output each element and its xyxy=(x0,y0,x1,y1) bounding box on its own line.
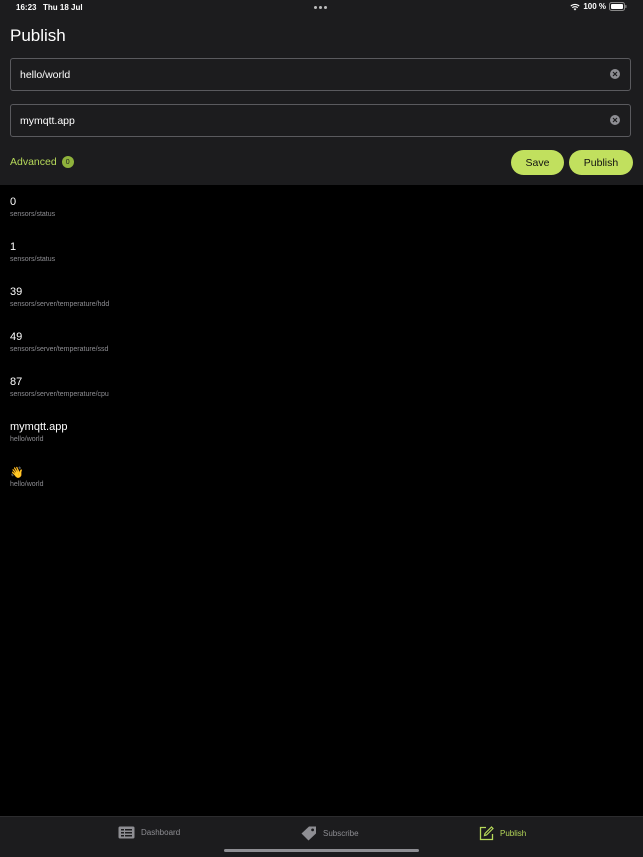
battery-percentage: 100 % xyxy=(583,2,606,11)
advanced-toggle[interactable]: Advanced 0 xyxy=(10,156,74,168)
published-message-list: 0 sensors/status 1 sensors/status 39 sen… xyxy=(0,185,643,500)
tab-dashboard[interactable]: Dashboard xyxy=(118,826,180,839)
advanced-label: Advanced xyxy=(10,156,57,168)
publish-screen: 16:23 Thu 18 Jul 100 % Publish hello/wor… xyxy=(0,0,643,857)
publish-header-panel: 16:23 Thu 18 Jul 100 % Publish hello/wor… xyxy=(0,0,643,185)
message-value: 👋 xyxy=(10,467,24,479)
tab-label: Dashboard xyxy=(141,828,181,837)
message-topic: sensors/status xyxy=(10,256,56,263)
topic-input[interactable] xyxy=(20,59,600,90)
list-item[interactable]: 1 sensors/status xyxy=(0,230,643,275)
publish-button[interactable]: Publish xyxy=(569,150,633,175)
tab-label: Subscribe xyxy=(323,829,359,838)
tag-icon xyxy=(301,826,316,841)
list-item[interactable]: 87 sensors/server/temperature/cpu xyxy=(0,365,643,410)
status-time: 16:23 xyxy=(16,3,37,12)
tab-subscribe[interactable]: Subscribe xyxy=(300,826,359,841)
battery-icon xyxy=(609,2,627,11)
save-button[interactable]: Save xyxy=(511,150,564,175)
message-topic: hello/world xyxy=(10,481,44,488)
clear-icon xyxy=(612,71,618,77)
topic-field[interactable] xyxy=(10,58,631,91)
message-value: 87 xyxy=(10,376,23,388)
message-input[interactable] xyxy=(20,105,600,136)
message-topic: sensors/status xyxy=(10,211,56,218)
wifi-icon xyxy=(570,3,580,11)
home-indicator[interactable] xyxy=(224,849,419,852)
clear-topic-button[interactable] xyxy=(610,69,620,79)
message-topic: sensors/server/temperature/hdd xyxy=(10,301,110,308)
list-item[interactable]: 39 sensors/server/temperature/hdd xyxy=(0,275,643,320)
message-value: 1 xyxy=(10,241,17,253)
advanced-count-badge: 0 xyxy=(61,156,74,168)
compose-icon xyxy=(479,826,494,841)
list-item[interactable]: 👋 hello/world xyxy=(0,455,643,500)
status-indicators: 100 % xyxy=(570,2,627,11)
message-value: 0 xyxy=(10,196,17,208)
list-item[interactable]: 0 sensors/status xyxy=(0,185,643,230)
tab-label: Publish xyxy=(500,829,527,838)
tab-publish[interactable]: Publish xyxy=(479,826,526,841)
clear-message-button[interactable] xyxy=(610,115,620,125)
dashboard-icon xyxy=(118,826,135,839)
message-value: 49 xyxy=(10,331,23,343)
multitasking-dots-icon[interactable] xyxy=(314,6,327,9)
clear-icon xyxy=(612,117,618,123)
message-field[interactable] xyxy=(10,104,631,137)
page-title: Publish xyxy=(10,26,66,45)
list-item[interactable]: mymqtt.app hello/world xyxy=(0,410,643,455)
status-date: Thu 18 Jul xyxy=(43,3,83,12)
status-bar: 16:23 Thu 18 Jul 100 % xyxy=(0,0,643,16)
message-topic: sensors/server/temperature/ssd xyxy=(10,346,109,353)
list-item[interactable]: 49 sensors/server/temperature/ssd xyxy=(0,320,643,365)
message-topic: hello/world xyxy=(10,436,44,443)
message-value: 39 xyxy=(10,286,23,298)
message-topic: sensors/server/temperature/cpu xyxy=(10,391,109,398)
message-value: mymqtt.app xyxy=(10,421,68,433)
